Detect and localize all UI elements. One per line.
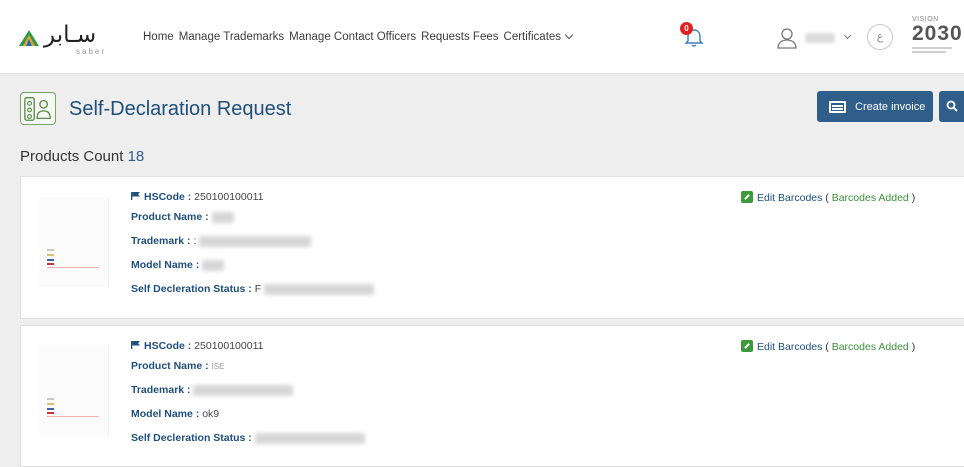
nav-certificates-label: Certificates [503,31,562,43]
user-icon[interactable] [775,26,799,50]
edit-barcodes-link[interactable]: Edit Barcodes [757,341,822,353]
vision-arabic-lines [912,47,964,53]
trademark-row: Trademark : [131,384,294,396]
edit-icon[interactable] [741,340,753,352]
saber-logo[interactable]: سـابر saber [18,21,113,57]
self-declaration-icon [20,92,56,125]
redacted-value [193,384,294,396]
product-card: HSCode : 250100100011 Product Name : ISE… [20,325,964,467]
nav-home[interactable]: Home [143,31,174,43]
hscode-label: HSCode : [144,340,192,352]
logo-arabic-text: سـابر [44,22,97,48]
redacted-value [211,211,234,223]
create-invoice-label: Create invoice [855,100,926,113]
status-label: Self Decleration Status : [131,432,252,444]
main-nav: Home Manage Trademarks Manage Contact Of… [143,30,574,43]
trademark-value: : [193,235,197,247]
logo-triangle-icon [19,30,39,46]
model-name-row: Model Name : ok9 [131,408,219,420]
user-name-redacted[interactable] [805,33,835,43]
model-name-row: Model Name : [131,259,225,271]
product-name-label: Product Name : [131,360,209,372]
nav-requests-fees[interactable]: Requests Fees [421,31,498,43]
redacted-value [264,283,375,295]
invoice-icon [829,100,846,113]
top-navbar: سـابر saber Home Manage Trademarks Manag… [0,0,964,74]
product-name-value: ISE [211,362,225,371]
create-invoice-button[interactable]: Create invoice [817,91,933,122]
model-name-value: ok9 [202,408,220,420]
flag-icon [131,341,140,349]
logo-latin-text: saber [76,47,107,56]
hscode-value: 250100100011 [194,191,264,203]
hscode-row: HSCode : 250100100011 [131,340,263,352]
status-row: Self Decleration Status : [131,432,365,444]
products-count-value: 18 [127,148,145,165]
hscode-label: HSCode : [144,191,192,203]
redacted-value [199,235,312,247]
nav-manage-contact-officers[interactable]: Manage Contact Officers [289,31,416,43]
products-count-label: Products Count [20,148,124,165]
language-toggle-button[interactable]: ع [867,24,893,50]
search-icon [946,100,958,112]
page-title: Self-Declaration Request [69,98,292,120]
edit-barcodes-link[interactable]: Edit Barcodes [757,192,822,204]
flag-icon [131,192,140,200]
vision-year: 2030 [912,22,963,45]
notification-badge: 0 [680,22,693,35]
product-name-row: Product Name : ISE [131,360,224,372]
status-label: Self Decleration Status : [131,283,252,295]
product-thumbnail[interactable] [39,197,109,287]
products-count: Products Count 18 [20,148,144,165]
product-thumbnail[interactable] [39,346,109,436]
edit-icon[interactable] [741,191,753,203]
chevron-down-icon [564,30,574,40]
hscode-value: 250100100011 [194,340,264,352]
vision-2030-logo: VISION 2030 [912,16,964,60]
product-name-label: Product Name : [131,211,209,223]
redacted-value [202,259,225,271]
user-menu-chevron-icon[interactable] [843,31,852,40]
barcodes-added-status: Barcodes Added [831,192,909,204]
hscode-row: HSCode : 250100100011 [131,191,263,203]
edit-barcodes: Edit Barcodes ( Barcodes Added ) [741,340,915,353]
redacted-value [254,432,365,444]
search-button[interactable] [939,91,964,122]
model-name-label: Model Name : [131,408,200,420]
status-value: F [254,283,262,295]
trademark-row: Trademark : : [131,235,312,247]
status-row: Self Decleration Status : F [131,283,375,295]
barcodes-added-status: Barcodes Added [831,341,909,353]
model-name-label: Model Name : [131,259,200,271]
nav-manage-trademarks[interactable]: Manage Trademarks [179,31,284,43]
product-name-row: Product Name : [131,211,234,223]
nav-certificates-dropdown[interactable]: Certificates [503,30,574,43]
product-card: HSCode : 250100100011 Product Name : Tra… [20,176,964,319]
trademark-label: Trademark : [131,384,191,396]
edit-barcodes: Edit Barcodes ( Barcodes Added ) [741,191,915,204]
trademark-label: Trademark : [131,235,191,247]
